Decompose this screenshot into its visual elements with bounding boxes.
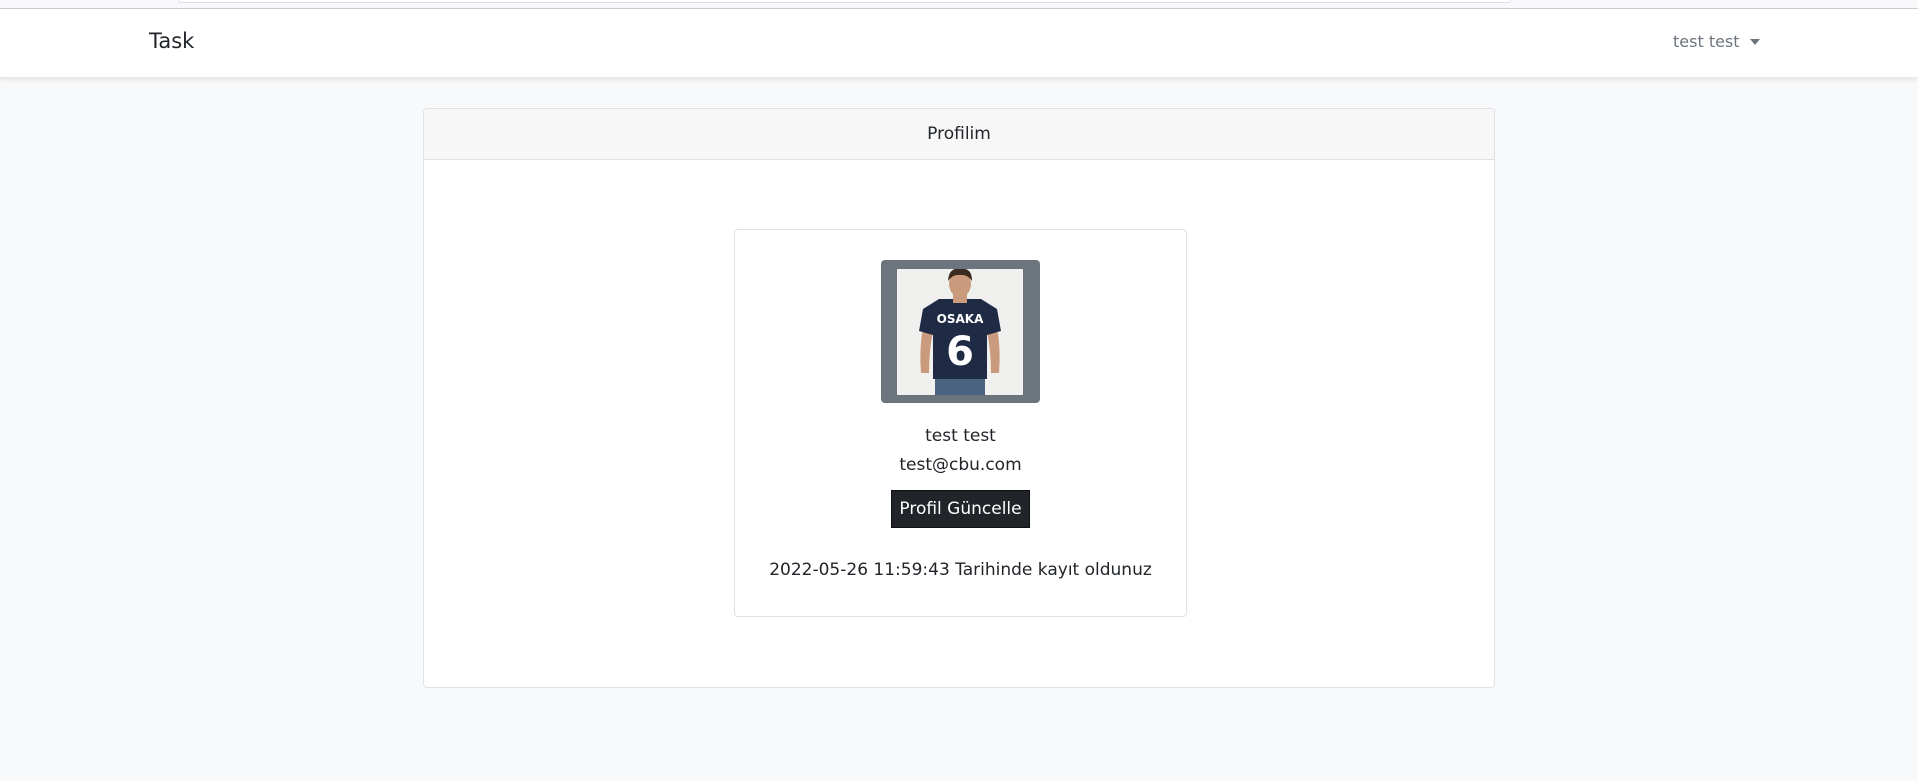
caret-down-icon xyxy=(1749,39,1760,45)
browser-address-bar-edge xyxy=(178,0,1511,3)
shirt-print-number: 6 xyxy=(946,329,974,375)
profile-box: OSAKA 6 test test test@cbu.com Profil Gü… xyxy=(734,229,1187,617)
navbar-brand[interactable]: Task xyxy=(149,29,194,53)
profile-name: test test xyxy=(925,426,996,446)
profile-email: test@cbu.com xyxy=(899,455,1022,475)
user-menu-label: test test xyxy=(1673,32,1740,51)
registration-date-text: 2022-05-26 11:59:43 Tarihinde kayıt oldu… xyxy=(769,560,1152,580)
browser-chrome-strip xyxy=(0,0,1918,9)
card-title: Profilim xyxy=(927,124,991,144)
avatar-frame: OSAKA 6 xyxy=(881,260,1040,403)
profile-card: Profilim OSAKA 6 test test test@cbu.com … xyxy=(423,108,1495,688)
shirt-print-text: OSAKA xyxy=(937,312,984,326)
avatar-photo: OSAKA 6 xyxy=(897,269,1023,395)
top-navbar: Task test test xyxy=(0,9,1918,78)
card-header: Profilim xyxy=(424,109,1494,160)
avatar: OSAKA 6 xyxy=(897,269,1023,395)
user-dropdown-toggle[interactable]: test test xyxy=(1673,32,1760,51)
update-profile-button[interactable]: Profil Güncelle xyxy=(891,490,1030,528)
